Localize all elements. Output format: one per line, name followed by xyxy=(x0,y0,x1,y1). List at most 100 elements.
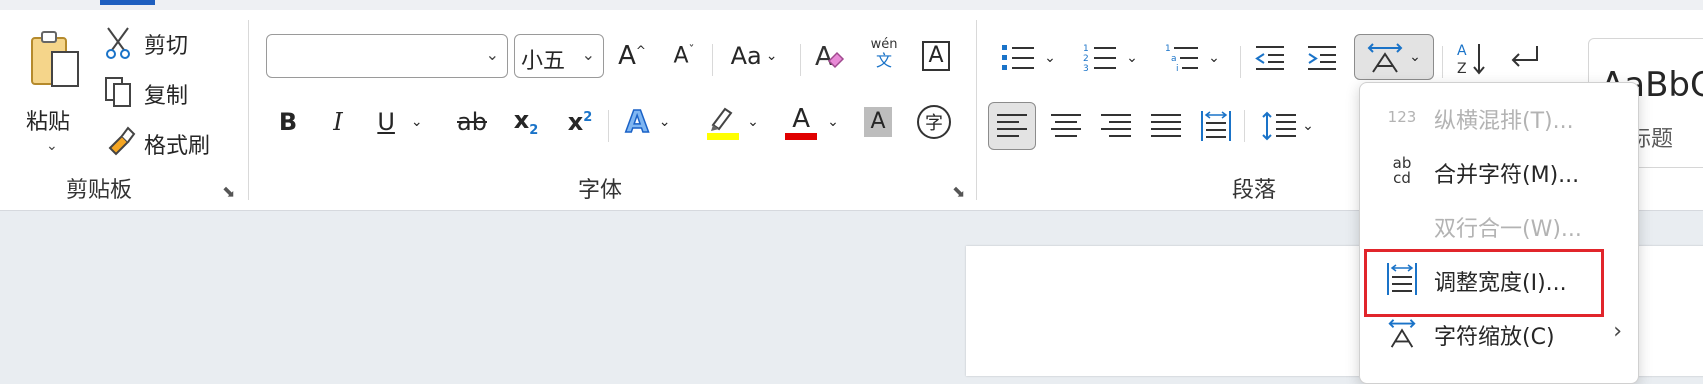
chevron-down-icon[interactable]: ⌄ xyxy=(582,45,595,64)
scissors-icon xyxy=(106,27,130,59)
chevron-down-icon[interactable]: ⌄ xyxy=(46,138,58,154)
chevron-down-icon[interactable]: ⌄ xyxy=(1409,49,1421,65)
phonetic-guide-icon: 文 xyxy=(875,51,892,70)
title-strip xyxy=(0,0,1703,10)
numbering-icon: 1 2 3 xyxy=(1083,44,1117,74)
copy-button[interactable]: 复制 xyxy=(104,72,194,112)
increase-indent-button[interactable] xyxy=(1302,38,1342,78)
format-painter-button[interactable]: 格式刷 xyxy=(104,122,224,162)
highlight-box xyxy=(1364,249,1604,317)
svg-text:A: A xyxy=(815,42,833,72)
grow-font-button[interactable]: A^ xyxy=(612,36,652,76)
align-right-button[interactable] xyxy=(1096,106,1136,146)
cut-button[interactable]: 剪切 xyxy=(104,24,194,64)
subscript-button[interactable]: x2 xyxy=(506,102,546,142)
menu-item-label: 字符缩放(C) xyxy=(1434,325,1555,350)
strikethrough-button[interactable]: ab xyxy=(452,102,492,142)
decrease-indent-button[interactable] xyxy=(1250,38,1290,78)
align-left-button[interactable] xyxy=(988,102,1036,150)
clipboard-dialog-launcher-icon[interactable]: ⬊ xyxy=(222,182,235,201)
paragraph-group-label: 段落 xyxy=(1232,178,1277,203)
clear-formatting-button[interactable]: A xyxy=(810,36,850,76)
justify-button[interactable] xyxy=(1146,106,1186,146)
text-highlight-button[interactable]: ⌄ xyxy=(696,102,768,142)
grow-font-icon: A^ xyxy=(618,41,646,71)
asian-layout-button[interactable]: ⌄ xyxy=(1354,34,1434,80)
svg-text:1: 1 xyxy=(1083,44,1089,54)
svg-text:i: i xyxy=(1176,64,1179,74)
chevron-down-icon[interactable]: ⌄ xyxy=(659,114,671,130)
clear-formatting-icon: A xyxy=(815,42,845,72)
character-shading-icon: A xyxy=(864,107,892,137)
menu-item-two-lines-in-one[interactable]: 双行合一(W)... xyxy=(1360,197,1638,253)
bold-button[interactable]: B xyxy=(268,102,308,142)
combine-characters-icon: ab cd xyxy=(1392,154,1412,187)
distributed-button[interactable] xyxy=(1196,106,1236,146)
paintbrush-icon xyxy=(108,126,136,156)
change-case-icon: Aa xyxy=(730,42,762,70)
chevron-down-icon[interactable]: ⌄ xyxy=(1208,50,1220,66)
font-size-combobox[interactable]: 小五 ⌄ xyxy=(514,34,604,78)
multilevel-list-icon: 1 a i xyxy=(1165,44,1199,74)
chevron-down-icon[interactable]: ⌄ xyxy=(766,48,778,64)
align-left-icon xyxy=(997,114,1027,137)
svg-text:Z: Z xyxy=(1457,61,1467,76)
underline-button[interactable]: U ⌄ xyxy=(368,102,432,142)
menu-item-label: 合并字符(M)... xyxy=(1434,163,1580,188)
chevron-down-icon[interactable]: ⌄ xyxy=(827,114,839,130)
enclose-characters-button[interactable]: 字 xyxy=(914,102,954,142)
chevron-right-icon: › xyxy=(1613,319,1622,344)
menu-item-combine-characters[interactable]: ab cd 合并字符(M)... xyxy=(1360,143,1638,199)
align-right-icon xyxy=(1101,114,1131,137)
align-center-button[interactable] xyxy=(1046,106,1086,146)
shrink-font-button[interactable]: Aˇ xyxy=(664,36,704,76)
highlighter-icon xyxy=(707,107,740,140)
cut-label: 剪切 xyxy=(144,34,189,59)
separator xyxy=(1244,110,1245,142)
subscript-icon: x2 xyxy=(513,106,539,138)
show-hide-marks-button[interactable] xyxy=(1504,38,1544,78)
superscript-button[interactable]: x2 xyxy=(560,102,600,142)
change-case-button[interactable]: Aa ⌄ xyxy=(724,36,784,76)
menu-item-vertical-horizontal[interactable]: 123 纵横混排(T)... xyxy=(1360,89,1638,145)
svg-text:3: 3 xyxy=(1083,64,1089,74)
character-border-button[interactable]: A xyxy=(916,36,956,76)
character-shading-button[interactable]: A xyxy=(858,102,898,142)
phonetic-guide-button[interactable]: wén 文 xyxy=(864,34,904,74)
paragraph-mark-icon xyxy=(1511,46,1538,67)
chevron-down-icon[interactable]: ⌄ xyxy=(1044,50,1056,66)
clipboard-group-label: 剪贴板 xyxy=(66,178,133,203)
underline-icon: U xyxy=(377,108,395,136)
superscript-icon: x2 xyxy=(567,108,593,136)
paste-button[interactable]: 粘贴 ⌄ xyxy=(18,28,86,168)
sort-button[interactable]: A Z xyxy=(1452,38,1492,78)
separator xyxy=(1442,46,1443,78)
copy-icon xyxy=(105,77,131,107)
svg-text:1: 1 xyxy=(1165,44,1171,54)
bullets-button[interactable]: ⌄ xyxy=(994,38,1062,78)
chevron-down-icon[interactable]: ⌄ xyxy=(1126,50,1138,66)
justify-icon xyxy=(1151,114,1181,137)
multilevel-list-button[interactable]: 1 a i ⌄ xyxy=(1158,38,1226,78)
bullets-icon xyxy=(1002,45,1035,70)
chevron-down-icon[interactable]: ⌄ xyxy=(1302,118,1314,134)
chevron-down-icon[interactable]: ⌄ xyxy=(747,114,759,130)
font-dialog-launcher-icon[interactable]: ⬊ xyxy=(952,182,965,201)
numbering-button[interactable]: 1 2 3 ⌄ xyxy=(1076,38,1144,78)
chevron-down-icon[interactable]: ⌄ xyxy=(411,114,423,130)
italic-icon: I xyxy=(333,108,343,136)
character-scaling-icon xyxy=(1386,317,1418,349)
menu-item-label: 双行合一(W)... xyxy=(1434,217,1582,242)
text-effects-icon: A xyxy=(625,104,650,141)
font-name-combobox[interactable]: ⌄ xyxy=(266,34,508,78)
separator xyxy=(1240,46,1241,78)
menu-item-label: 纵横混排(T)... xyxy=(1434,109,1574,134)
character-border-icon: A xyxy=(922,41,950,71)
copy-label: 复制 xyxy=(144,84,189,109)
svg-text:2: 2 xyxy=(1083,54,1089,64)
italic-button[interactable]: I xyxy=(318,102,358,142)
chevron-down-icon[interactable]: ⌄ xyxy=(486,45,499,64)
text-effects-button[interactable]: A ⌄ xyxy=(616,102,680,142)
line-spacing-button[interactable]: ⌄ xyxy=(1254,106,1322,146)
font-color-button[interactable]: A ⌄ xyxy=(776,102,848,142)
